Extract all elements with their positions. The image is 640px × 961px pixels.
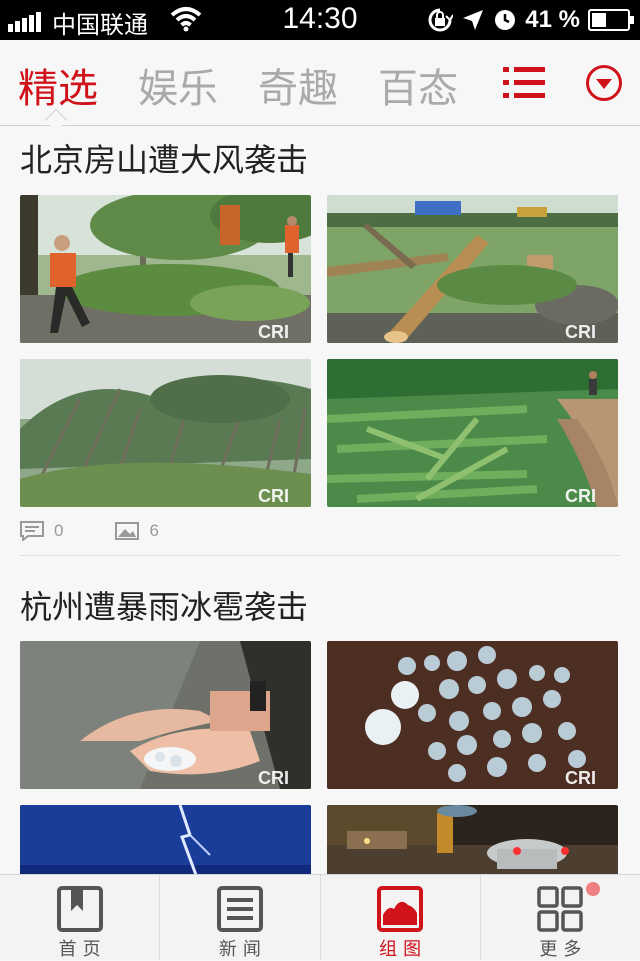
cri-watermark: CRI bbox=[258, 768, 289, 788]
bottom-tab-bar: 首页 新闻 组图 更多 bbox=[0, 874, 640, 960]
tab-curiosities[interactable]: 奇趣 bbox=[258, 56, 338, 114]
battery-icon bbox=[588, 9, 634, 31]
article-photo[interactable]: CRI bbox=[327, 195, 618, 343]
cri-watermark: CRI bbox=[258, 486, 289, 506]
comment-count: 0 bbox=[54, 521, 64, 540]
article-photo[interactable]: CRI bbox=[20, 195, 311, 343]
tab-label: 新闻 bbox=[218, 939, 267, 960]
comment-icon bbox=[20, 521, 44, 541]
tab-entertainment[interactable]: 娱乐 bbox=[138, 56, 218, 114]
cri-watermark: CRI bbox=[565, 486, 596, 506]
tab-label: 组图 bbox=[379, 939, 428, 960]
image-icon bbox=[115, 522, 140, 540]
photo-feed[interactable]: 北京房山遭大风袭击 CRI CRI CRI CRI 0 6 杭州遭暴雨冰雹袭击 … bbox=[0, 127, 640, 874]
article-photo[interactable]: CRI bbox=[327, 641, 618, 789]
tab-more[interactable]: 更多 bbox=[481, 875, 640, 960]
notification-badge bbox=[586, 882, 600, 896]
menu-list-icon[interactable] bbox=[503, 67, 547, 99]
divider bbox=[20, 555, 620, 556]
article-meta: 0 6 bbox=[20, 519, 159, 543]
article-photo[interactable] bbox=[327, 805, 618, 874]
article-title[interactable]: 杭州遭暴雨冰雹袭击 bbox=[20, 582, 308, 628]
tab-life-scenes[interactable]: 百态 bbox=[378, 56, 458, 114]
tab-featured[interactable]: 精选 bbox=[18, 56, 98, 114]
status-bar: 中国联通 14:30 41 % bbox=[0, 0, 640, 40]
image-count: 6 bbox=[149, 521, 159, 540]
battery-percent: 41 % bbox=[525, 6, 580, 33]
category-tab-bar: 精选 娱乐 奇趣 百态 bbox=[0, 40, 640, 132]
article-photo[interactable] bbox=[20, 805, 311, 874]
bookmark-book-icon bbox=[56, 886, 103, 932]
cri-watermark: CRI bbox=[258, 322, 289, 342]
article-photo[interactable]: CRI bbox=[20, 641, 311, 789]
cri-watermark: CRI bbox=[565, 768, 596, 788]
tab-gallery[interactable]: 组图 bbox=[321, 875, 481, 960]
grid-more-icon bbox=[537, 886, 584, 932]
location-arrow-icon bbox=[463, 10, 484, 30]
photo-gallery-icon bbox=[377, 886, 424, 932]
tab-home[interactable]: 首页 bbox=[0, 875, 161, 960]
tab-label: 首页 bbox=[58, 939, 107, 960]
tab-news[interactable]: 新闻 bbox=[160, 875, 321, 960]
cri-watermark: CRI bbox=[565, 322, 596, 342]
alarm-clock-icon bbox=[495, 10, 516, 30]
article-photo[interactable]: CRI bbox=[327, 359, 618, 507]
article-title[interactable]: 北京房山遭大风袭击 bbox=[20, 135, 308, 181]
news-list-icon bbox=[216, 886, 263, 932]
article-photo[interactable]: CRI bbox=[20, 359, 311, 507]
tab-label: 更多 bbox=[539, 939, 588, 960]
rotation-lock-icon bbox=[428, 8, 454, 32]
chevron-down-icon[interactable] bbox=[585, 64, 623, 102]
